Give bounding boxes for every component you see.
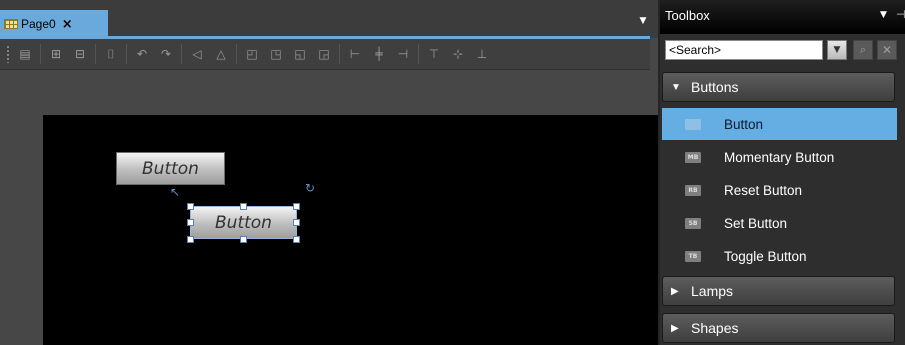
page-canvas[interactable]: Button Button ↖ ↻ xyxy=(43,115,658,345)
item-label: Toggle Button xyxy=(724,248,807,264)
resize-handle[interactable] xyxy=(293,236,300,243)
toolbox-item-set-button[interactable]: SB Set Button xyxy=(662,207,897,239)
skew-handle-icon[interactable]: ↖ xyxy=(170,185,180,199)
align-middle-icon[interactable]: ⊹ xyxy=(449,45,467,63)
resize-handle[interactable] xyxy=(187,219,194,226)
search-dropdown-icon[interactable]: ▼ xyxy=(827,40,847,60)
toolbar-separator xyxy=(95,44,96,64)
category-buttons[interactable]: ▼ Buttons xyxy=(662,72,895,102)
page-icon xyxy=(4,19,18,29)
set-button-icon: SB xyxy=(685,217,701,229)
resize-handle[interactable] xyxy=(187,203,194,210)
ungroup-icon[interactable]: ⊟ xyxy=(71,45,89,63)
align-bottom-icon[interactable]: ⊥ xyxy=(473,45,491,63)
document-tab-bar: Page0 × ▼ xyxy=(0,0,658,39)
search-icon[interactable]: ⌕ xyxy=(853,40,873,60)
properties-icon[interactable]: ▤ xyxy=(16,45,34,63)
category-label: Buttons xyxy=(691,79,739,95)
rotate-left-icon[interactable]: ↶ xyxy=(133,45,151,63)
toolbar-grip[interactable] xyxy=(6,45,10,63)
tab-list-dropdown-icon[interactable]: ▼ xyxy=(636,14,650,28)
resize-handle[interactable] xyxy=(293,219,300,226)
bring-to-front-icon[interactable]: ◱ xyxy=(291,45,309,63)
toolbar-separator xyxy=(126,44,127,64)
category-shapes[interactable]: ▶ Shapes xyxy=(662,313,895,343)
tab-label: Page0 xyxy=(21,17,56,31)
category-label: Shapes xyxy=(691,320,739,336)
item-label: Momentary Button xyxy=(724,149,835,165)
item-label: Button xyxy=(724,116,764,132)
flip-vertical-icon[interactable]: △ xyxy=(212,45,230,63)
button-icon: B xyxy=(685,118,701,130)
group-icon[interactable]: ⊞ xyxy=(47,45,65,63)
layout-toolbar: ▤ ⊞ ⊟ ⌷ ↶ ↷ ◁ △ ◰ ◳ ◱ ◲ ⊢ ╪ ⊣ ⊤ ⊹ ⊥ xyxy=(0,39,650,70)
category-lamps[interactable]: ▶ Lamps xyxy=(662,276,895,306)
flip-horizontal-icon[interactable]: ◁ xyxy=(188,45,206,63)
collapsed-arrow-icon: ▶ xyxy=(671,285,679,297)
toggle-button-icon: TB xyxy=(685,250,701,262)
clear-search-icon[interactable]: ✕ xyxy=(877,40,897,60)
toolbox-item-momentary-button[interactable]: MB Momentary Button xyxy=(662,141,897,173)
align-left-icon[interactable]: ⊢ xyxy=(346,45,364,63)
category-label: Lamps xyxy=(691,283,734,299)
pin-icon[interactable]: ⊣ xyxy=(896,8,905,21)
toolbox-item-reset-button[interactable]: RB Reset Button xyxy=(662,174,897,206)
momentary-button-icon: MB xyxy=(685,151,701,163)
toolbox-item-button[interactable]: B Button xyxy=(662,108,897,140)
bring-forward-icon[interactable]: ◰ xyxy=(243,45,261,63)
item-label: Set Button xyxy=(724,215,788,231)
search-input[interactable] xyxy=(665,40,823,60)
toolbar-separator xyxy=(236,44,237,64)
panel-menu-icon[interactable]: ▼ xyxy=(880,10,887,20)
shape-edit-icon[interactable]: ⌷ xyxy=(102,45,120,63)
expanded-arrow-icon: ▼ xyxy=(671,81,681,93)
resize-handle[interactable] xyxy=(187,236,194,243)
toolbar-separator xyxy=(339,44,340,64)
collapsed-arrow-icon: ▶ xyxy=(671,322,679,334)
toolbox-panel: Toolbox ▼ ⊣ ▼ ⌕ ✕ ▼ Buttons B Button MB … xyxy=(658,0,905,345)
canvas-button[interactable]: Button xyxy=(116,152,225,185)
align-right-icon[interactable]: ⊣ xyxy=(394,45,412,63)
rotate-right-icon[interactable]: ↷ xyxy=(157,45,175,63)
toolbar-separator xyxy=(181,44,182,64)
close-tab-icon[interactable]: × xyxy=(62,17,73,32)
resize-handle[interactable] xyxy=(293,203,300,210)
page-editor: Page0 × ▼ ▤ ⊞ ⊟ ⌷ ↶ ↷ ◁ △ ◰ ◳ ◱ ◲ ⊢ ╪ ⊣ … xyxy=(0,0,658,345)
send-to-back-icon[interactable]: ◲ xyxy=(315,45,333,63)
toolbox-search-row: ▼ ⌕ ✕ xyxy=(662,38,905,62)
toolbox-title: Toolbox xyxy=(665,8,710,23)
rotate-handle-icon[interactable]: ↻ xyxy=(305,181,315,195)
align-center-icon[interactable]: ╪ xyxy=(370,45,388,63)
reset-button-icon: RB xyxy=(685,184,701,196)
send-backward-icon[interactable]: ◳ xyxy=(267,45,285,63)
tab-page0[interactable]: Page0 × xyxy=(0,10,108,38)
resize-handle[interactable] xyxy=(240,236,247,243)
toolbox-item-toggle-button[interactable]: TB Toggle Button xyxy=(662,240,897,272)
resize-handle[interactable] xyxy=(240,203,247,210)
toolbar-separator xyxy=(418,44,419,64)
selected-canvas-button[interactable]: Button xyxy=(190,206,297,239)
align-top-icon[interactable]: ⊤ xyxy=(425,45,443,63)
toolbox-header: Toolbox ▼ ⊣ xyxy=(660,0,905,34)
item-label: Reset Button xyxy=(724,182,803,198)
toolbar-separator xyxy=(40,44,41,64)
